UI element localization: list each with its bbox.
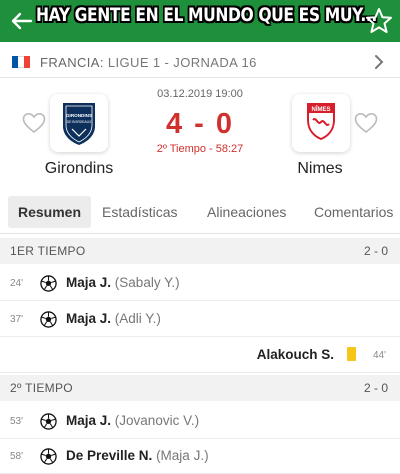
soccer-ball-icon [40,413,57,430]
player-name: Maja J. [66,311,112,326]
event-player: Alakouch S. [257,347,334,362]
heart-outline-icon[interactable] [354,112,378,134]
event-minute: 37' [10,314,24,325]
tab-bar: Resumen Estadísticas Alineaciones Coment… [0,196,400,228]
player-name: De Preville N. [66,448,153,463]
svg-text:NÎMES: NÎMES [311,105,330,113]
section-label: 1ER TIEMPO [10,244,86,258]
soccer-ball-icon [40,448,57,465]
home-team-name[interactable]: Girondins [24,160,134,178]
divider [0,233,400,234]
event-player: De Preville N. (Maja J.) [66,448,209,463]
section-label: 2º TIEMPO [10,381,73,395]
arrow-left-icon[interactable] [6,6,36,36]
timeline-event-row[interactable]: 24' Maja J. (Sabaly Y.) [0,266,400,301]
away-team-name[interactable]: Nimes [265,160,375,178]
home-team-logo[interactable]: GIRONDINS DE BORDEAUX [50,94,108,152]
country-label: FRANCIA [40,55,100,70]
assist-name: (Maja J.) [156,448,209,463]
timeline-event-row[interactable]: Alakouch S. 44' [0,338,400,373]
section-header-second-half: 2º TIEMPO 2 - 0 [0,375,400,401]
assist-name: (Adli Y.) [114,311,161,326]
match-datetime: 03.12.2019 19:00 [157,88,243,100]
heart-outline-icon[interactable] [22,112,46,134]
away-team-logo[interactable]: NÎMES [292,94,350,152]
divider [0,77,400,78]
app-header: HAY GENTE EN EL MUNDO QUE ES MUY... [0,0,400,42]
soccer-ball-icon [40,311,57,328]
section-header-first-half: 1ER TIEMPO 2 - 0 [0,238,400,264]
star-outline-icon[interactable] [364,6,394,36]
assist-name: (Jovanovic V.) [114,413,200,428]
timeline-event-row[interactable]: 53' Maja J. (Jovanovic V.) [0,404,400,439]
assist-name: (Sabaly Y.) [114,275,180,290]
section-score: 2 - 0 [363,244,388,258]
yellow-card-icon [347,347,356,361]
tab-estadisticas[interactable]: Estadísticas [102,196,177,228]
tab-alineaciones[interactable]: Alineaciones [207,196,286,228]
event-minute: 58' [10,451,24,462]
svg-text:DE BORDEAUX: DE BORDEAUX [67,120,92,124]
player-name: Maja J. [66,413,112,428]
league-label: LIGUE 1 - JORNADA 16 [107,55,257,70]
timeline-event-row[interactable]: 37' Maja J. (Adli Y.) [0,302,400,337]
event-player: Maja J. (Adli Y.) [66,311,161,326]
match-status: 2º Tiempo - 58:27 [156,143,244,155]
event-minute: 53' [10,416,24,427]
france-flag-icon [12,56,30,68]
player-name: Alakouch S. [256,347,334,362]
soccer-ball-icon [40,275,57,292]
bordeaux-crest-icon: GIRONDINS DE BORDEAUX [63,103,95,145]
nimes-crest-icon: NÎMES [307,103,335,141]
event-player: Maja J. (Jovanovic V.) [66,413,199,428]
flag-stripe-red [24,56,30,68]
event-player: Maja J. (Sabaly Y.) [66,275,180,290]
tab-resumen[interactable]: Resumen [8,196,92,228]
meme-caption: HAY GENTE EN EL MUNDO QUE ES MUY... [36,4,377,26]
player-name: Maja J. [66,275,112,290]
competition-label: FRANCIA: LIGUE 1 - JORNADA 16 [40,55,257,70]
timeline-event-row[interactable]: 58' De Preville N. (Maja J.) [0,439,400,474]
tab-comentarios[interactable]: Comentarios [314,196,393,228]
section-score: 2 - 0 [363,381,388,395]
chevron-right-icon[interactable] [372,54,386,70]
svg-text:GIRONDINS: GIRONDINS [66,113,92,118]
match-score: 4 - 0 [165,108,235,140]
event-minute: 24' [10,278,24,289]
event-minute: 44' [373,350,387,361]
competition-row[interactable]: FRANCIA: LIGUE 1 - JORNADA 16 [0,48,400,76]
